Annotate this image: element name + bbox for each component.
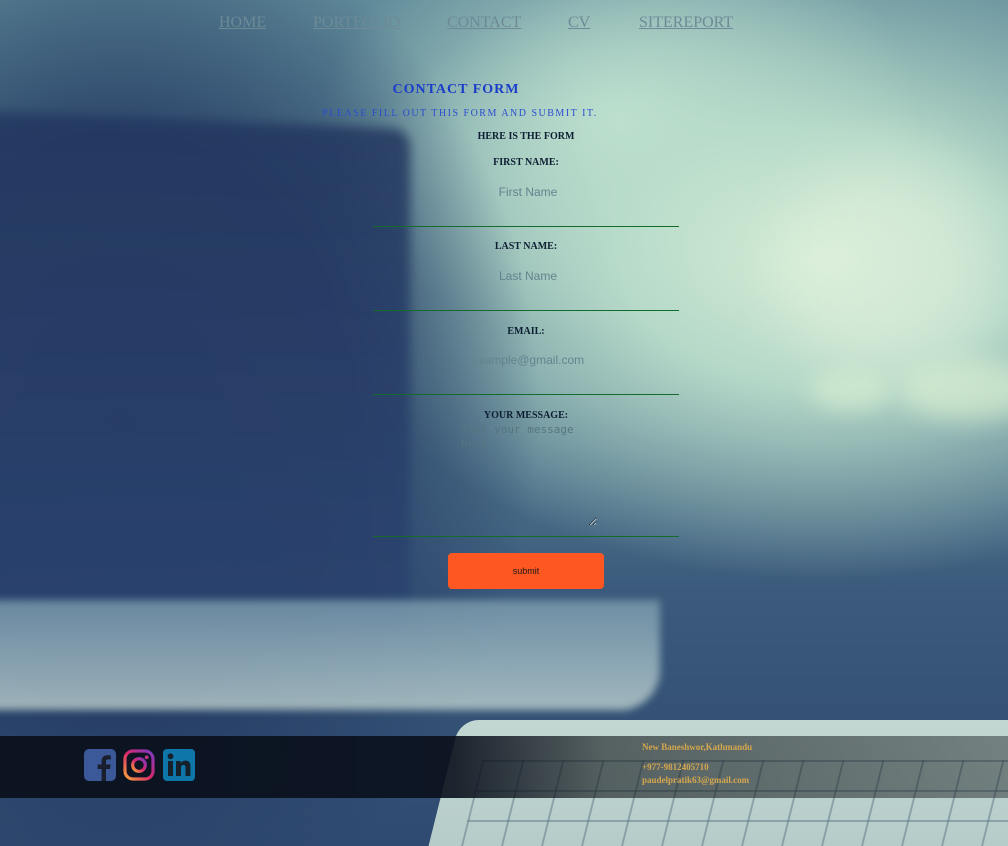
nav-link-contact[interactable]: CONTACT: [447, 14, 521, 32]
last-name-input[interactable]: [373, 266, 683, 286]
first-name-underline: [373, 226, 679, 227]
footer-address: New Baneshwor,Kathmandu: [642, 742, 753, 752]
linkedin-icon[interactable]: [163, 749, 195, 781]
nav-link-sitereport[interactable]: SITEREPORT: [639, 14, 733, 32]
message-label: YOUR MESSAGE:: [483, 410, 569, 421]
form-title: CONTACT FORM: [392, 82, 520, 97]
footer-email: paudelpratik63@gmail.com: [642, 775, 750, 785]
nav-link-cv[interactable]: CV: [568, 14, 590, 32]
email-underline: [373, 394, 679, 395]
message-underline: [373, 536, 679, 537]
last-name-label: LAST NAME:: [494, 241, 558, 252]
instagram-icon[interactable]: [123, 749, 155, 781]
nav-link-portfolio[interactable]: PORTFOLIO: [313, 14, 400, 32]
form-subtitle: PLEASE FILL OUT THIS FORM AND SUBMIT IT.: [322, 108, 598, 119]
submit-button[interactable]: submit: [448, 553, 604, 589]
email-label: EMAIL:: [507, 326, 545, 337]
form-intro: HERE IS THE FORM: [477, 131, 575, 142]
first-name-label: FIRST NAME:: [493, 157, 559, 168]
first-name-input[interactable]: [373, 182, 683, 202]
nav-link-home[interactable]: HOME: [219, 14, 266, 32]
message-textarea[interactable]: [459, 421, 597, 526]
facebook-icon[interactable]: [84, 749, 116, 781]
email-input[interactable]: [373, 350, 683, 370]
last-name-underline: [373, 310, 679, 311]
footer-phone: +977-9812405710: [642, 762, 709, 772]
footer: New Baneshwor,Kathmandu +977-9812405710 …: [0, 736, 1008, 798]
